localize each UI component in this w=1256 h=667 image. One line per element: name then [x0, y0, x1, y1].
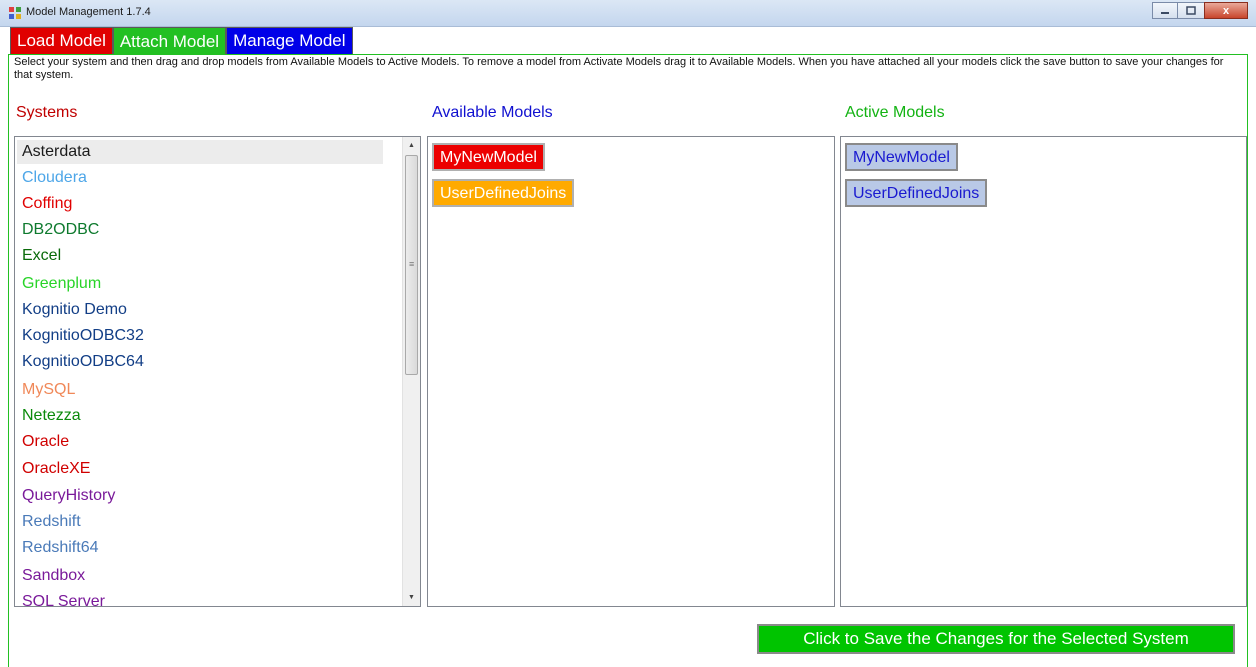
- save-changes-button[interactable]: Click to Save the Changes for the Select…: [757, 624, 1235, 654]
- system-item-mysql[interactable]: MySQL: [22, 378, 75, 402]
- system-item-redshift[interactable]: Redshift: [22, 510, 81, 534]
- system-item-kognitioodbc64[interactable]: KognitioODBC64: [22, 350, 144, 374]
- system-item-cloudera[interactable]: Cloudera: [22, 166, 87, 190]
- tab-manage-model[interactable]: Manage Model: [226, 27, 353, 55]
- active-model-mynewmodel[interactable]: MyNewModel: [845, 143, 958, 171]
- title-bar: Model Management 1.7.4 x: [0, 0, 1256, 27]
- system-item-sandbox[interactable]: Sandbox: [22, 564, 85, 588]
- available-models-header: Available Models: [432, 104, 553, 121]
- scroll-thumb[interactable]: ≡: [405, 155, 418, 375]
- maximize-icon[interactable]: [1178, 2, 1204, 19]
- active-models-header: Active Models: [845, 104, 945, 121]
- system-item-redshift64[interactable]: Redshift64: [22, 536, 99, 560]
- available-model-mynewmodel[interactable]: MyNewModel: [432, 143, 545, 171]
- system-item-db2odbc[interactable]: DB2ODBC: [22, 218, 99, 242]
- active-models-dropzone[interactable]: MyNewModel UserDefinedJoins: [840, 136, 1247, 607]
- system-item-sql-server[interactable]: SQL Server: [22, 590, 105, 606]
- close-label: x: [1222, 4, 1230, 17]
- systems-header: Systems: [16, 104, 78, 121]
- active-model-userdefinedjoins[interactable]: UserDefinedJoins: [845, 179, 988, 207]
- system-item-oraclexe[interactable]: OracleXE: [22, 457, 90, 481]
- system-item-kognitio-demo[interactable]: Kognitio Demo: [22, 298, 127, 322]
- systems-scrollbar[interactable]: ▲ ≡ ▼: [402, 137, 420, 606]
- instructions-text: Select your system and then drag and dro…: [14, 56, 1224, 81]
- scroll-up-icon[interactable]: ▲: [403, 137, 420, 154]
- system-item-excel[interactable]: Excel: [22, 244, 61, 268]
- available-models-dropzone[interactable]: MyNewModel UserDefinedJoins: [427, 136, 835, 607]
- system-item-asterdata[interactable]: Asterdata: [22, 140, 90, 164]
- window-title: Model Management 1.7.4: [26, 6, 151, 18]
- scroll-grip-icon: ≡: [409, 259, 415, 269]
- system-item-coffing[interactable]: Coffing: [22, 192, 72, 216]
- app-icon: [9, 7, 21, 19]
- scroll-down-icon[interactable]: ▼: [403, 589, 420, 606]
- tab-bar: Load Model Attach Model Manage Model: [10, 27, 353, 55]
- system-item-netezza[interactable]: Netezza: [22, 404, 81, 428]
- system-item-greenplum[interactable]: Greenplum: [22, 272, 101, 296]
- tab-load-model[interactable]: Load Model: [10, 27, 113, 55]
- system-item-queryhistory[interactable]: QueryHistory: [22, 484, 115, 508]
- tab-attach-model[interactable]: Attach Model: [112, 27, 227, 55]
- system-item-oracle[interactable]: Oracle: [22, 430, 69, 454]
- systems-list[interactable]: Asterdata Cloudera Coffing DB2ODBC Excel…: [14, 136, 421, 607]
- window-controls: x: [1152, 2, 1248, 21]
- system-item-kognitioodbc32[interactable]: KognitioODBC32: [22, 324, 144, 348]
- close-icon[interactable]: x: [1204, 2, 1248, 19]
- minimize-icon[interactable]: [1152, 2, 1178, 19]
- available-model-userdefinedjoins[interactable]: UserDefinedJoins: [432, 179, 575, 207]
